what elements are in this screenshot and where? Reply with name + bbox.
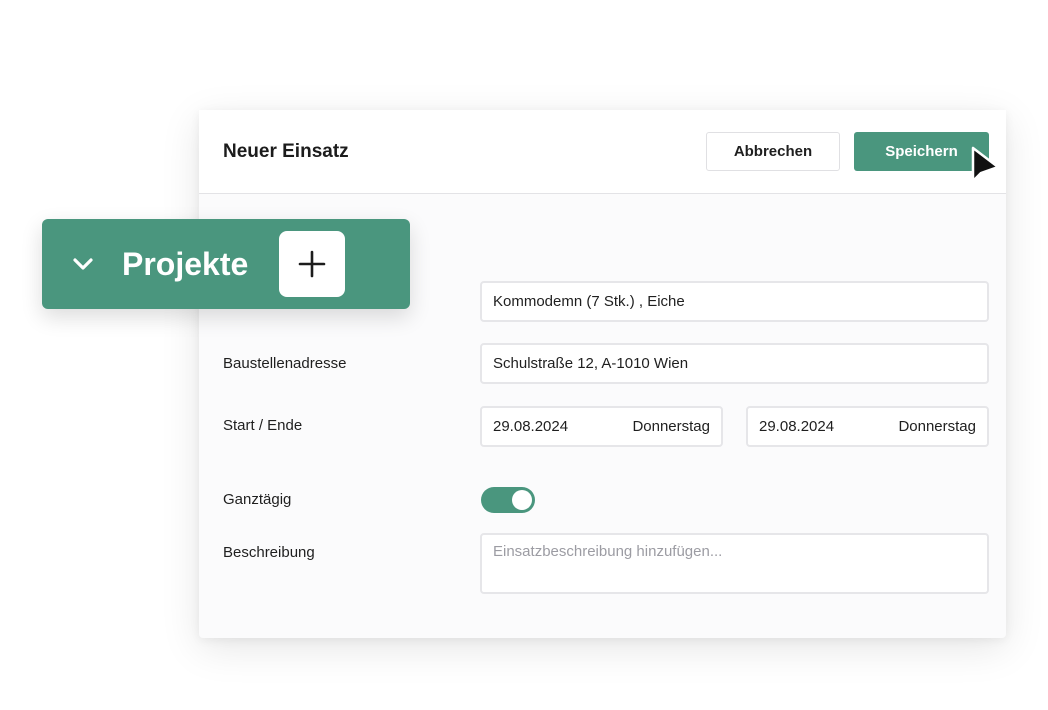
projekte-header[interactable]: Projekte [42,219,410,309]
address-field[interactable]: Schulstraße 12, A-1010 Wien [480,343,989,384]
mouse-pointer-icon [971,146,1000,183]
end-date: 29.08.2024 [759,418,835,435]
allday-toggle[interactable] [481,487,535,513]
projekte-label: Projekte [122,246,249,282]
start-date-field[interactable]: 29.08.2024 Donnerstag [480,406,723,447]
toggle-knob [512,490,532,510]
start-date: 29.08.2024 [493,418,569,435]
description-label: Beschreibung [223,544,315,561]
chevron-down-icon[interactable] [70,251,96,277]
plus-icon [298,250,326,278]
end-date-field[interactable]: 29.08.2024 Donnerstag [746,406,989,447]
start-day: Donnerstag [632,418,710,435]
item-field[interactable]: Kommodemn (7 Stk.) , Eiche [480,281,989,322]
dialog-header: Neuer Einsatz Abbrechen Speichern [199,110,1006,194]
new-assignment-dialog: Neuer Einsatz Abbrechen Speichern Kommod… [199,110,1006,638]
end-day: Donnerstag [898,418,976,435]
description-field[interactable]: Einsatzbeschreibung hinzufügen... [480,533,989,594]
address-label: Baustellenadresse [223,355,347,372]
allday-label: Ganztägig [223,491,292,508]
cancel-button[interactable]: Abbrechen [706,132,840,171]
add-project-button[interactable] [279,231,345,297]
dialog-title: Neuer Einsatz [223,141,349,162]
start-end-label: Start / Ende [223,417,303,434]
